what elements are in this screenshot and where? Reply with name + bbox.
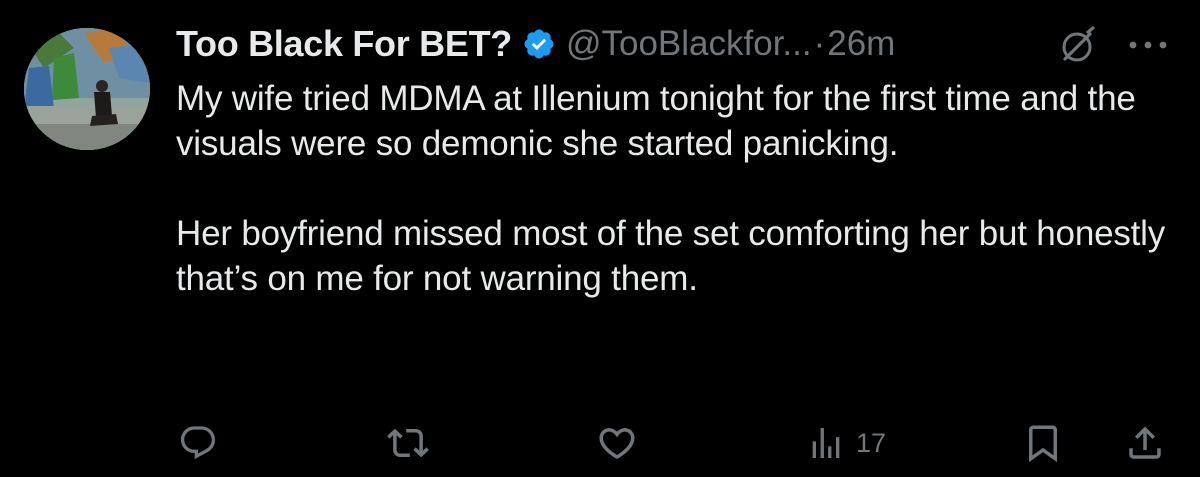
grok-icon[interactable] [1057, 26, 1097, 66]
tweet-text: My wife tried MDMA at Illenium tonight f… [176, 76, 1176, 301]
analytics-icon [812, 428, 840, 458]
retweet-icon [387, 428, 429, 458]
tweet-header: Too Black For BET? @TooBlackfor... · 26m [176, 22, 895, 66]
reply-icon [180, 426, 216, 460]
bookmark-button[interactable] [1022, 418, 1064, 468]
like-button[interactable] [596, 418, 638, 468]
tweet-card[interactable]: Too Black For BET? @TooBlackfor... · 26m… [0, 0, 1200, 477]
share-icon [1129, 426, 1161, 459]
more-icon[interactable] [1126, 38, 1170, 52]
separator-dot: · [813, 24, 826, 63]
author-display-name[interactable]: Too Black For BET? [176, 23, 512, 65]
tweet-timestamp[interactable]: 26m [827, 24, 895, 64]
verified-badge-icon [522, 27, 556, 61]
reply-button[interactable] [178, 418, 218, 468]
action-bar: 17 [0, 418, 1200, 468]
share-button[interactable] [1124, 418, 1166, 468]
views-count: 17 [856, 427, 887, 458]
bookmark-icon [1029, 425, 1057, 463]
views-button[interactable]: 17 [806, 418, 886, 468]
retweet-button[interactable] [387, 418, 429, 468]
heart-icon [599, 428, 635, 460]
tweet-paragraph-2: Her boyfriend missed most of the set com… [176, 214, 1166, 298]
avatar[interactable] [24, 28, 150, 150]
author-handle[interactable]: @TooBlackfor... [566, 24, 812, 64]
tweet-paragraph-1: My wife tried MDMA at Illenium tonight f… [176, 79, 1136, 163]
